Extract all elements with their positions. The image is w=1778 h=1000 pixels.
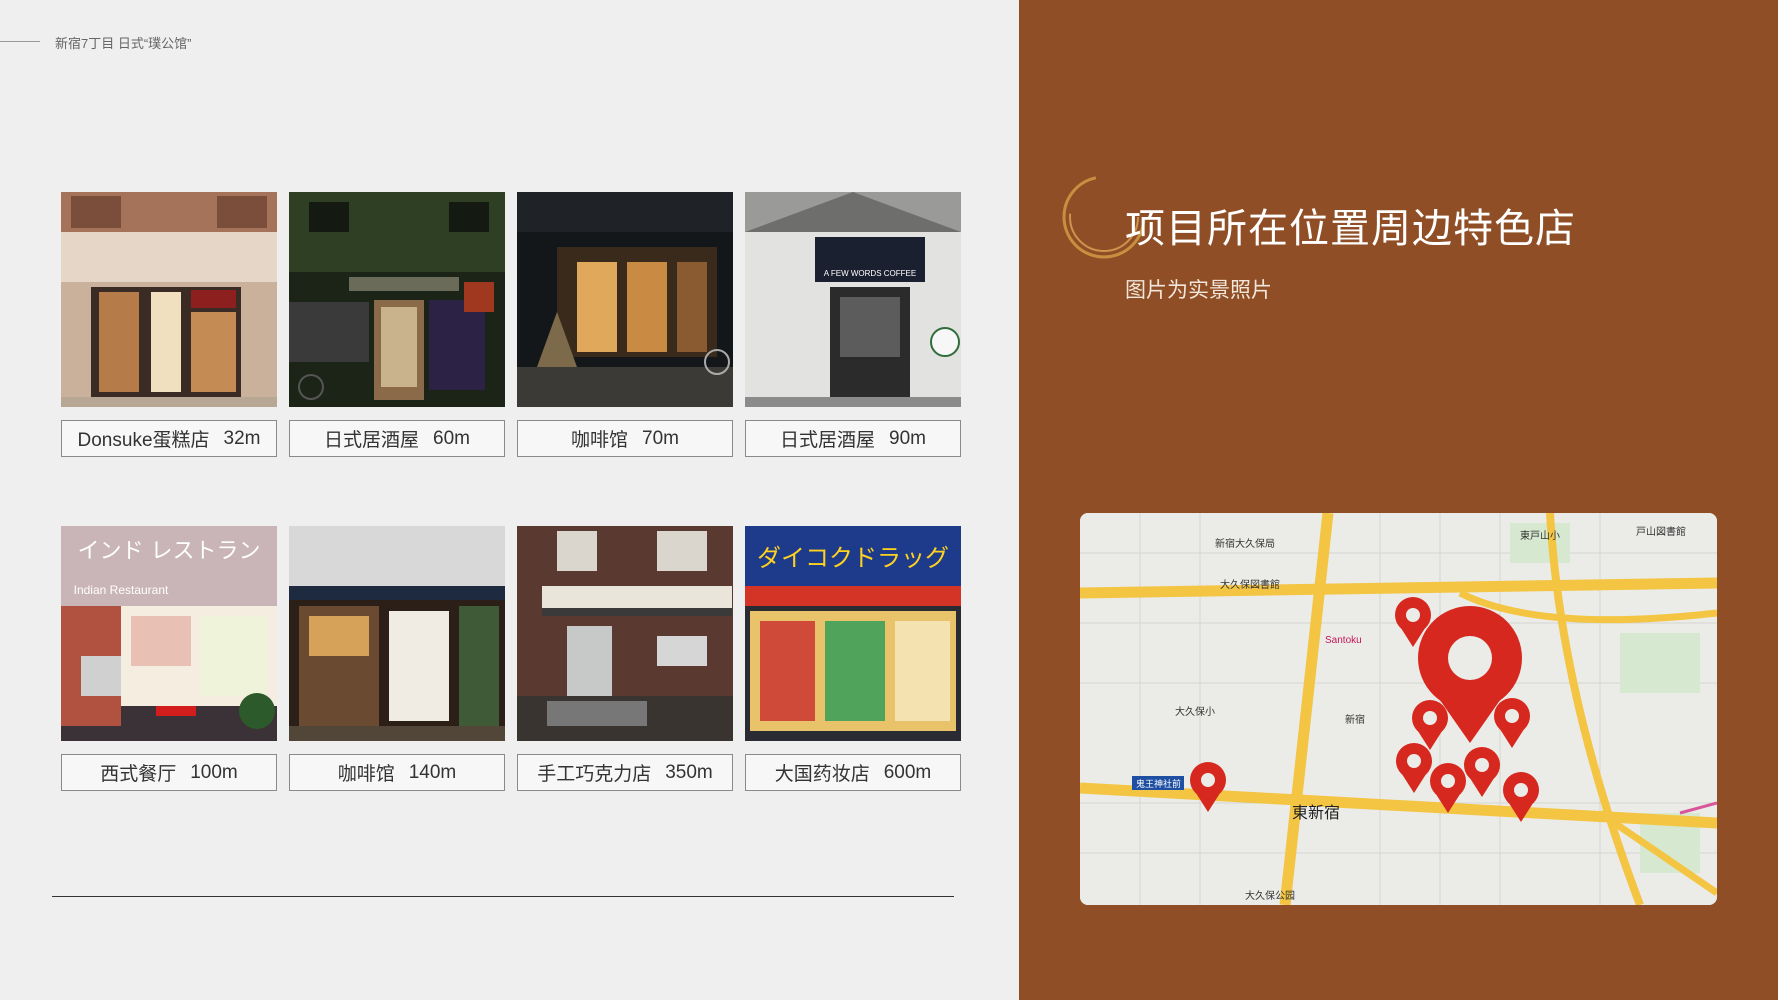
shop-name: 手工巧克力店 [537, 764, 652, 785]
shop-photo-chocolate [517, 526, 733, 741]
shop-photo-coffee: A FEW WORDS COFFEE [745, 192, 961, 407]
shop-name: 大国药妆店 [774, 764, 870, 785]
shop-name: 西式餐厅 [100, 764, 177, 785]
shop-photo-cafe-2 [289, 526, 505, 741]
map-label-toyama-library: 戸山図書館 [1636, 525, 1686, 538]
map-label-shinjuku: 新宿 [1345, 713, 1365, 726]
map-label-school: 東戸山小 [1520, 529, 1560, 542]
shop-name: 咖啡馆 [571, 430, 629, 451]
map-label-station: 東新宿 [1292, 803, 1340, 822]
page-subtitle: 图片为实景照片 [1125, 279, 1272, 302]
shop-caption-3: 咖啡馆 70m [517, 420, 733, 457]
map-label-okubo-park: 大久保公园 [1245, 889, 1295, 902]
page-title: 项目所在位置周边特色店 [1125, 207, 1576, 251]
shop-photo-izakaya [289, 192, 505, 407]
shop-caption-4: 日式居酒屋 90m [745, 420, 961, 457]
indian-sign-jp: インド レストラン [78, 539, 261, 564]
shop-distance: 70m [642, 427, 679, 449]
shop-distance: 100m [190, 761, 238, 783]
indian-sign-en: Indian Restaurant [74, 583, 169, 597]
map-label-post: 新宿大久保局 [1215, 537, 1275, 550]
shop-caption-8: 大国药妆店 600m [745, 754, 961, 791]
map-label-santoku: Santoku [1325, 635, 1362, 646]
shop-distance: 600m [883, 761, 932, 783]
header-rule [0, 41, 40, 42]
shop-caption-7: 手工巧克力店 350m [517, 754, 733, 791]
shop-caption-2: 日式居酒屋 60m [289, 420, 505, 457]
coffee-sign-text: A FEW WORDS COFFEE [824, 269, 916, 278]
shop-distance: 140m [408, 761, 457, 783]
shop-distance: 32m [223, 427, 261, 449]
map-label-library: 大久保図書館 [1220, 578, 1280, 591]
drug-sign-text: ダイコクドラッグ [757, 544, 949, 572]
shop-photo-drugstore: ダイコクドラッグ [745, 526, 961, 741]
map-label-kiosk: 鬼王神社前 [1136, 778, 1181, 790]
header-title: 新宿7丁目 日式“璞公馆” [55, 36, 192, 51]
shop-photo-cake [61, 192, 277, 407]
shop-caption-6: 咖啡馆 140m [289, 754, 505, 791]
bottom-rule [52, 896, 954, 897]
shop-name: 日式居酒屋 [780, 430, 876, 451]
shop-distance: 90m [889, 427, 926, 449]
shop-photo-cafe [517, 192, 733, 407]
shop-name: 日式居酒屋 [324, 430, 420, 451]
location-map[interactable]: 東新宿 Santoku 大久保小 新宿 大久保図書館 新宿大久保局 東戸山小 戸… [1080, 513, 1717, 905]
map-label-okubo: 大久保小 [1175, 705, 1215, 718]
shop-caption-1: Donsuke蛋糕店 32m [61, 420, 277, 457]
shop-name: Donsuke蛋糕店 [77, 430, 210, 451]
shop-caption-5: 西式餐厅 100m [61, 754, 277, 791]
right-panel: 项目所在位置周边特色店 图片为实景照片 東新宿 Santoku 大久保小 新宿 … [1019, 0, 1778, 1000]
shop-distance: 60m [433, 427, 470, 449]
left-panel: 新宿7丁目 日式“璞公馆” Donsuke蛋糕店 32m 日式居酒屋 60m 咖… [0, 0, 1019, 1000]
shop-photo-indian: インド レストラン Indian Restaurant [61, 526, 277, 741]
shop-distance: 350m [665, 761, 713, 783]
shop-name: 咖啡馆 [337, 764, 395, 785]
